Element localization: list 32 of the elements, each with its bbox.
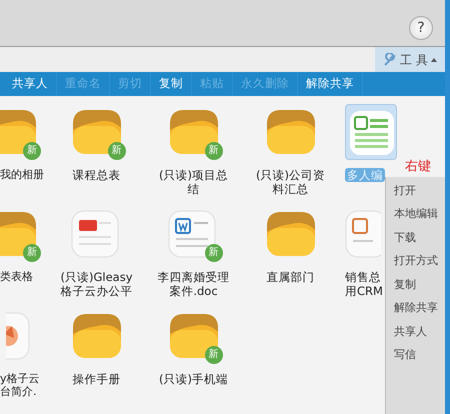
- menu-item[interactable]: 共享人: [386, 320, 445, 344]
- menu-item[interactable]: 解除共享: [386, 296, 445, 320]
- menu-item[interactable]: 打开方式: [386, 250, 445, 273]
- new-badge: 新: [204, 244, 222, 262]
- menu-item[interactable]: 打开: [386, 179, 445, 202]
- file-name[interactable]: 课程总表: [58, 168, 134, 182]
- file-name[interactable]: (只读)公司资料汇总: [252, 168, 328, 196]
- menu-item[interactable]: 下载: [386, 226, 445, 250]
- toolbar-button[interactable]: 共享人: [4, 72, 57, 96]
- file-name[interactable]: 李四离婚受理案件.doc: [156, 270, 232, 298]
- new-badge: 新: [204, 142, 222, 160]
- new-badge: 新: [23, 142, 41, 160]
- new-badge: 新: [204, 346, 222, 364]
- file-name[interactable]: y格子云台简介.: [0, 372, 48, 398]
- file-name[interactable]: (只读)Gleasy格子云办公平: [58, 270, 134, 298]
- file-name[interactable]: (只读)手机端: [156, 372, 232, 386]
- file-name[interactable]: 直属部门: [252, 270, 328, 284]
- tools-button[interactable]: 工 具: [375, 47, 445, 72]
- toolbar-button[interactable]: 解除共享: [298, 72, 363, 96]
- file-name[interactable]: 类表格: [0, 270, 48, 283]
- new-badge: 新: [108, 142, 126, 160]
- annotation-text: 右键: [405, 158, 431, 176]
- new-badge: 新: [23, 244, 41, 262]
- help-button[interactable]: ?: [409, 16, 433, 40]
- menu-item[interactable]: 写信: [386, 344, 445, 367]
- file-name[interactable]: 销售总用CRM: [345, 270, 385, 298]
- file-name[interactable]: (只读)项目总结: [156, 168, 232, 196]
- toolbar-button[interactable]: 复制: [151, 72, 192, 96]
- file-name[interactable]: 我的相册: [0, 168, 48, 181]
- file-name[interactable]: 操作手册: [58, 372, 134, 386]
- menu-item[interactable]: 复制: [386, 273, 445, 296]
- menu-item[interactable]: 本地编辑: [386, 202, 445, 226]
